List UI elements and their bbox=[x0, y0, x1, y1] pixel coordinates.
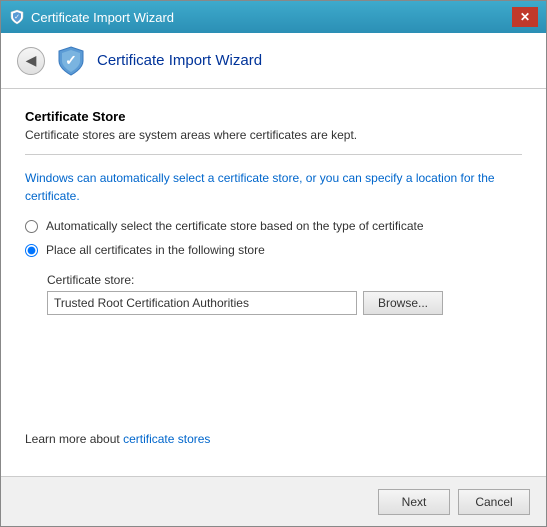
browse-button[interactable]: Browse... bbox=[363, 291, 443, 315]
title-bar: ✓ Certificate Import Wizard ✕ bbox=[1, 1, 546, 33]
close-button[interactable]: ✕ bbox=[512, 7, 538, 27]
radio-manual[interactable] bbox=[25, 244, 38, 257]
back-icon: ◀ bbox=[26, 52, 37, 69]
radio-manual-text: Place all certificates in the following … bbox=[46, 243, 265, 257]
cert-store-section: Certificate store: Browse... bbox=[47, 273, 522, 315]
cert-store-row: Browse... bbox=[47, 291, 522, 315]
wizard-header: ◀ ✓ Certificate Import Wizard bbox=[1, 33, 546, 89]
learn-more-text: Learn more about bbox=[25, 432, 123, 446]
wizard-content: Certificate Store Certificate stores are… bbox=[1, 89, 546, 476]
radio-manual-label[interactable]: Place all certificates in the following … bbox=[25, 243, 522, 257]
cert-store-input[interactable] bbox=[47, 291, 357, 315]
wizard-footer: Next Cancel bbox=[1, 476, 546, 526]
certificate-stores-link[interactable]: certificate stores bbox=[123, 432, 210, 446]
footer-link-text: Learn more about certificate stores bbox=[25, 432, 522, 446]
wizard-title: Certificate Import Wizard bbox=[97, 52, 262, 69]
spacer bbox=[25, 315, 522, 432]
radio-auto-text: Automatically select the certificate sto… bbox=[46, 219, 424, 233]
wizard-icon: ✓ bbox=[55, 45, 87, 77]
section-description: Certificate stores are system areas wher… bbox=[25, 128, 522, 142]
info-text: Windows can automatically select a certi… bbox=[25, 169, 522, 205]
section-title: Certificate Store bbox=[25, 109, 522, 124]
radio-auto-label[interactable]: Automatically select the certificate sto… bbox=[25, 219, 522, 233]
divider bbox=[25, 154, 522, 155]
svg-text:✓: ✓ bbox=[14, 14, 20, 21]
next-button[interactable]: Next bbox=[378, 489, 450, 515]
cert-store-label: Certificate store: bbox=[47, 273, 522, 287]
window: ✓ Certificate Import Wizard ✕ ◀ ✓ Certif… bbox=[0, 0, 547, 527]
svg-text:✓: ✓ bbox=[65, 52, 77, 68]
title-bar-title: Certificate Import Wizard bbox=[31, 10, 512, 25]
radio-group: Automatically select the certificate sto… bbox=[25, 219, 522, 257]
certificate-icon: ✓ bbox=[9, 9, 25, 25]
back-button[interactable]: ◀ bbox=[17, 47, 45, 75]
cancel-button[interactable]: Cancel bbox=[458, 489, 530, 515]
radio-auto[interactable] bbox=[25, 220, 38, 233]
